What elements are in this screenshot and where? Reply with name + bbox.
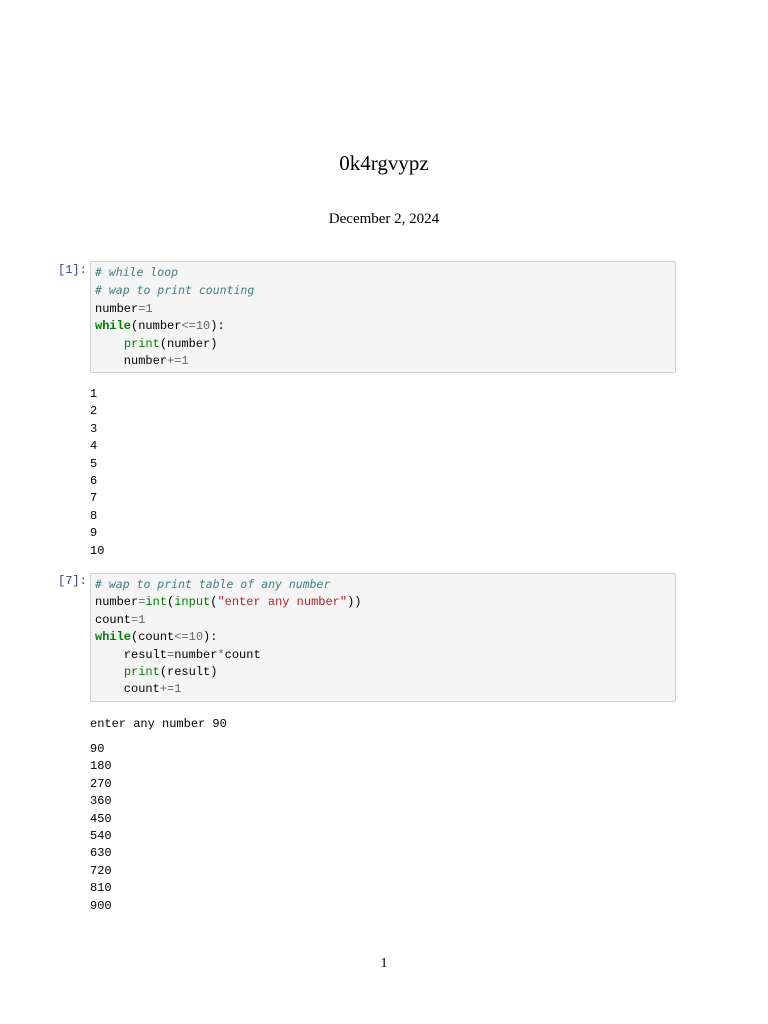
code-line: result=number*count: [95, 647, 675, 664]
code-block[interactable]: # wap to print table of any number number…: [95, 576, 675, 699]
code-token: count: [95, 612, 132, 627]
output-line: 360: [90, 794, 112, 809]
code-line: while(number<=10):: [95, 318, 675, 335]
code-token: number: [174, 647, 218, 662]
output-line: 10: [90, 543, 105, 558]
code-token: number: [95, 301, 139, 316]
code-token: # wap to print table of any number: [95, 577, 331, 591]
code-token: (number: [131, 319, 182, 334]
output-line: 1: [90, 387, 98, 401]
output-line: 630: [90, 846, 112, 861]
code-token: number: [95, 595, 139, 610]
code-block[interactable]: # while loop # wap to print counting numbe…: [95, 264, 675, 370]
code-token: 10: [195, 319, 211, 334]
code-line: # wap to print table of any number: [95, 576, 675, 594]
output-line: 810: [90, 881, 112, 896]
code-line: number=1: [95, 301, 675, 318]
code-line: count=1: [95, 612, 675, 629]
output-line: 6: [90, 474, 98, 489]
code-token: while: [95, 319, 132, 334]
output-line: 9: [90, 526, 98, 541]
output-line: 720: [90, 863, 112, 878]
output-line: 180: [90, 759, 112, 774]
cell-output-7: 90 180 270 360 450 540 630 720 810 900: [90, 741, 112, 915]
code-token: while: [95, 630, 132, 645]
output-line: 7: [90, 491, 98, 506]
code-token: 1: [174, 682, 182, 697]
code-line: number+=1: [95, 353, 675, 370]
code-token: (result): [159, 665, 218, 680]
code-line: while(count<=10):: [95, 629, 675, 646]
output-line: 90: [90, 742, 105, 756]
output-line: 450: [90, 811, 112, 826]
output-line: 900: [90, 898, 112, 913]
code-token: count: [95, 682, 160, 697]
notebook-title: 0k4rgvypz: [339, 151, 429, 175]
code-line: # while loop: [95, 264, 675, 282]
code-token: int: [145, 595, 168, 610]
cell-prompt: [1]:: [58, 263, 87, 277]
code-token: ):: [203, 630, 218, 645]
code-cell-1[interactable]: # while loop # wap to print counting numbe…: [90, 261, 676, 373]
code-token: <=: [181, 319, 196, 334]
code-token: input: [174, 595, 211, 610]
code-line: number=int(input("enter any number")): [95, 594, 675, 611]
output-line: 8: [90, 508, 98, 523]
code-token: "enter any number": [217, 595, 348, 610]
output-line: 540: [90, 829, 112, 844]
notebook-date: December 2, 2024: [328, 211, 440, 227]
code-token: (count: [131, 630, 175, 645]
code-token: 1: [138, 612, 146, 627]
code-token: number: [95, 354, 168, 369]
code-token: *: [217, 647, 225, 662]
cell-prompt: [7]:: [58, 574, 87, 588]
cell-output-1: 1 2 3 4 5 6 7 8 9 10: [90, 386, 104, 560]
code-token: <=: [174, 630, 189, 645]
code-token: (number): [159, 336, 218, 351]
output-line: 3: [90, 421, 98, 436]
code-line: print(number): [95, 336, 675, 353]
output-line: 2: [90, 404, 98, 419]
code-cell-7[interactable]: # wap to print table of any number number…: [90, 573, 676, 702]
code-line: print(result): [95, 664, 675, 681]
code-token: # while loop: [95, 265, 179, 279]
code-token: +=: [159, 682, 175, 697]
code-token: print: [123, 665, 160, 680]
output-line: 5: [90, 456, 98, 471]
code-token: 1: [181, 354, 189, 369]
code-line: count+=1: [95, 681, 675, 698]
code-token: # wap to print counting: [95, 283, 255, 298]
code-token: +=: [167, 354, 182, 369]
code-line: # wap to print counting: [95, 282, 675, 300]
page-number: 1: [380, 956, 388, 971]
output-line: 4: [90, 439, 98, 454]
code-token: 10: [188, 630, 204, 645]
code-token: 1: [145, 301, 153, 316]
stdin-prompt-output: enter any number 90: [90, 717, 227, 731]
code-token: ):: [210, 319, 225, 334]
code-token: count: [224, 647, 261, 662]
code-token: result: [95, 647, 168, 662]
code-token: )): [347, 595, 362, 610]
output-line: 270: [90, 776, 112, 791]
code-token: print: [123, 336, 160, 351]
